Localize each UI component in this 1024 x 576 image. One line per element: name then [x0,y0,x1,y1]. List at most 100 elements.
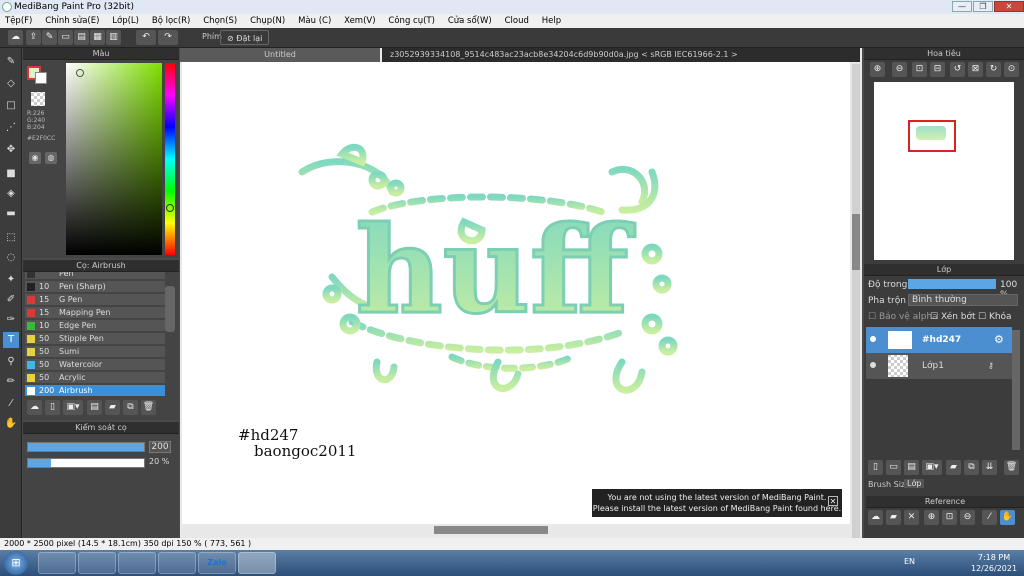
navigator-preview[interactable] [874,82,1014,260]
brush-list-scrollbar[interactable] [165,286,175,332]
sv-picker-handle[interactable] [76,69,84,77]
merge-layer-icon[interactable]: ⇊ [982,460,997,475]
rotate-left-icon[interactable]: ↺ [950,62,965,77]
brush-folder-icon[interactable]: ▰ [105,400,120,415]
tab-untitled[interactable]: Untitled [180,48,380,62]
brush-size-value[interactable]: 200 [149,441,171,453]
fill-rect-tool-icon[interactable]: ■ [3,166,19,182]
panel-icon[interactable]: ▤ [74,30,89,45]
brush-size-slider[interactable] [27,442,145,452]
brush-item[interactable]: 50 Sumi [25,346,165,358]
division-tool-icon[interactable]: ✏ [3,374,19,390]
brush-new-icon[interactable]: ▯ [45,400,60,415]
text-tool-icon[interactable]: T [3,332,19,348]
new-layer-1bit-icon[interactable]: ▤ [904,460,919,475]
language-indicator[interactable]: EN [904,557,915,566]
menu-edit[interactable]: Chỉnh sửa(E) [40,14,104,28]
undo-icon[interactable]: ↶ [136,30,156,45]
new-layer-8bit-icon[interactable]: ▭ [886,460,901,475]
brush-settings-icon[interactable]: ▤ [87,400,102,415]
hue-slider-handle[interactable] [166,204,174,212]
ref-cloud-icon[interactable]: ☁ [868,510,883,525]
update-notice[interactable]: You are not using the latest version of … [592,489,842,517]
chat-icon[interactable]: ✎ [42,30,57,45]
clipping-checkbox[interactable]: ☐ Xén bớt [930,312,976,322]
lock-checkbox[interactable]: ☐ Khóa [978,312,1012,322]
eraser-tool-icon[interactable]: ◇ [3,76,19,92]
zoom-in-icon[interactable]: ⊕ [870,62,885,77]
media-player-icon[interactable] [118,552,156,574]
ref-hand-icon[interactable]: ✋ [1000,510,1015,525]
brush-delete-icon[interactable]: 🗑 [141,400,156,415]
operation-tool-icon[interactable]: ⚲ [3,354,19,370]
ref-eyedropper-icon[interactable]: ⁄ [982,510,997,525]
tab-layer[interactable]: Lớp [904,479,925,488]
brush-add-icon[interactable]: ▣▾ [63,400,83,415]
menu-view[interactable]: Xem(V) [339,14,380,28]
app-green-icon[interactable] [158,552,196,574]
clock-date[interactable]: 12/26/2021 [970,564,1018,573]
flip-icon[interactable]: ⊙ [1004,62,1019,77]
brush-opacity-slider[interactable] [27,458,145,468]
close-button[interactable]: ✕ [994,1,1024,12]
vertical-scrollbar[interactable] [852,64,860,540]
bucket-tool-icon[interactable]: ◈ [3,186,19,202]
delete-layer-icon[interactable]: 🗑 [1004,460,1019,475]
brush-cloud-icon[interactable]: ☁ [27,400,42,415]
brush-item[interactable]: 50 Watercolor [25,359,165,371]
secondary-color-swatch[interactable] [35,72,47,84]
table-icon[interactable]: ▥ [106,30,121,45]
horizontal-scroll-thumb[interactable] [434,526,548,534]
visibility-eye-icon[interactable] [870,362,876,368]
hue-slider[interactable] [165,63,175,255]
hand-tool-icon[interactable]: ✋ [3,416,19,432]
menu-tools[interactable]: Công cụ(T) [383,14,440,28]
upload-icon[interactable]: ⇪ [26,30,41,45]
brush-tool-icon[interactable]: ✎ [3,54,19,70]
select-tool-icon[interactable]: ⬚ [3,230,19,246]
ref-zoom-out-icon[interactable]: ⊖ [960,510,975,525]
menu-file[interactable]: Tệp(F) [0,14,37,28]
menu-help[interactable]: Help [537,14,566,28]
ref-open-icon[interactable]: ▰ [886,510,901,525]
add-layer-menu-icon[interactable]: ▣▾ [922,460,942,475]
menu-cloud[interactable]: Cloud [500,14,534,28]
menu-snap[interactable]: Chụp(N) [245,14,290,28]
zoom-out-icon[interactable]: ⊖ [892,62,907,77]
brush-item[interactable]: 15 Mapping Pen [25,307,165,319]
notice-close-icon[interactable]: ✕ [828,496,838,506]
saturation-value-square[interactable] [66,63,162,255]
zalo-icon[interactable]: Zalo [198,552,236,574]
protect-alpha-checkbox[interactable]: ☐ Bảo vệ alpha [868,312,938,322]
brush-item[interactable]: Pen [25,272,165,280]
comment-icon[interactable]: ▭ [58,30,73,45]
cloud-icon[interactable]: ☁ [8,30,23,45]
grid-icon[interactable]: ▦ [90,30,105,45]
duplicate-layer-icon[interactable]: ⧉ [964,460,979,475]
transparent-swatch[interactable] [31,92,45,106]
ref-zoom-in-icon[interactable]: ⊕ [924,510,939,525]
ref-close-icon[interactable]: ✕ [904,510,919,525]
magic-wand-icon[interactable]: ✦ [3,272,19,288]
menu-layer[interactable]: Lớp(L) [107,14,144,28]
rotate-right-icon[interactable]: ↻ [986,62,1001,77]
dot-tool-icon[interactable]: ⋰ [3,120,19,136]
drawing-canvas[interactable]: huff #hd247 baongoc2011 [182,62,850,524]
chrome-icon[interactable] [238,552,276,574]
ref-fit-icon[interactable]: ⊡ [942,510,957,525]
reset-view-icon[interactable]: ⊠ [968,62,983,77]
fit-icon[interactable]: ⊡ [912,62,927,77]
select-eraser-icon[interactable]: ✑ [3,312,19,328]
layer-row-hd247[interactable]: #hd247 ⚙ [866,327,1012,353]
brush-item[interactable]: 50 Acrylic [25,372,165,384]
move-tool-icon[interactable]: ✥ [3,142,19,158]
blend-mode-select[interactable]: Bình thường [908,294,1018,306]
layer-list-scrollbar[interactable] [1012,330,1020,450]
actual-size-icon[interactable]: ⊟ [930,62,945,77]
gradient-tool-icon[interactable]: ▬ [3,206,19,222]
color-wheel-icon[interactable]: ◍ [45,152,57,164]
vertical-scroll-thumb[interactable] [852,214,860,270]
brush-item[interactable]: 10 Pen (Sharp) [25,281,165,293]
visibility-eye-icon[interactable] [870,336,876,342]
brush-item[interactable]: 15 G Pen [25,294,165,306]
